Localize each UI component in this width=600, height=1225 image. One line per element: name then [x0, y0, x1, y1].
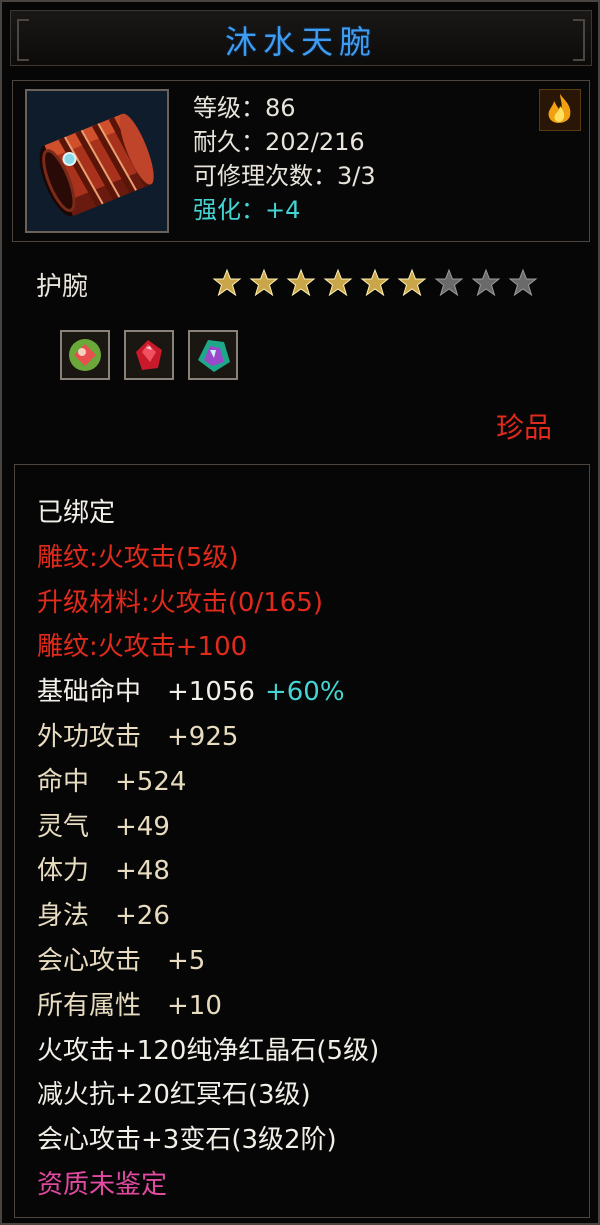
attribute-line: 减火抗+20红冥石(3级) — [37, 1073, 379, 1118]
item-tooltip: 沐水天腕 等级：86 耐久：202/216 可修理次数：3/3 强化：+4 护腕… — [0, 0, 600, 1225]
item-stats: 等级：86 耐久：202/216 可修理次数：3/3 强化：+4 — [193, 91, 376, 227]
star-empty-icon — [434, 268, 464, 297]
attribute-text: 会心攻击 +5 — [37, 945, 206, 976]
star-empty-icon — [471, 268, 501, 297]
rarity-label: 珍品 — [495, 411, 552, 444]
attribute-text: 升级材料:火攻击(0/165) — [37, 587, 323, 618]
star-filled-icon — [212, 268, 242, 297]
green-red-gem-icon — [60, 330, 110, 380]
durability-text: 耐久：202/216 — [193, 128, 365, 156]
star-filled-icon — [286, 268, 316, 297]
repair-count-text: 可修理次数：3/3 — [193, 162, 376, 190]
item-name: 沐水天腕 — [224, 23, 377, 61]
enhance-text: 强化：+4 — [193, 196, 301, 224]
attribute-text: 减火抗+20红冥石(3级) — [37, 1080, 311, 1111]
attribute-text: 雕纹:火攻击+100 — [37, 632, 248, 663]
attribute-line: 体力 +48 — [37, 849, 379, 894]
fire-element-icon — [539, 89, 581, 131]
title-bar: 沐水天腕 — [10, 10, 592, 66]
attribute-panel: 已绑定雕纹:火攻击(5级) 升级材料:火攻击(0/165) 雕纹:火攻击+100 基础… — [14, 464, 590, 1218]
attribute-line: 会心攻击+3变石(3级2阶) — [37, 1118, 379, 1163]
level-text: 等级：86 — [193, 94, 296, 122]
attribute-list: 已绑定雕纹:火攻击(5级) 升级材料:火攻击(0/165) 雕纹:火攻击+100 基础… — [37, 491, 379, 1208]
attribute-text: 火攻击+120纯净红晶石(5级) — [37, 1035, 380, 1066]
attribute-bonus: +60% — [264, 677, 345, 708]
attribute-text: 已绑定 — [37, 498, 116, 528]
attribute-line: 雕纹:火攻击+100 — [37, 625, 379, 670]
attribute-text: 雕纹:火攻击(5级) — [37, 542, 239, 573]
attribute-text: 体力 +48 — [37, 856, 170, 887]
attribute-line: 基础命中 +1056 +60% — [37, 670, 379, 715]
attribute-line: 资质未鉴定 — [37, 1163, 379, 1208]
attribute-line: 灵气 +49 — [37, 805, 379, 850]
red-crystal-gem-icon — [124, 330, 174, 380]
attribute-text: 命中 +524 — [37, 766, 187, 797]
attribute-line: 火攻击+120纯净红晶石(5级) — [37, 1029, 379, 1074]
attribute-line: 雕纹:火攻击(5级) — [37, 536, 379, 581]
attribute-text: 灵气 +49 — [37, 811, 170, 842]
star-filled-icon — [249, 268, 279, 297]
star-filled-icon — [323, 268, 353, 297]
gem-slots — [60, 330, 238, 380]
bracer-item-icon — [25, 89, 169, 233]
star-filled-icon — [397, 268, 427, 297]
teal-crystal-gem-icon — [188, 330, 238, 380]
attribute-text: 基础命中 +1056 — [37, 677, 255, 708]
star-filled-icon — [360, 268, 390, 297]
attribute-text: 会心攻击+3变石(3级2阶) — [37, 1125, 337, 1156]
star-rating — [212, 268, 538, 298]
attribute-line: 所有属性 +10 — [37, 984, 379, 1029]
attribute-text: 所有属性 +10 — [37, 990, 222, 1021]
item-type: 护腕 — [36, 272, 89, 302]
attribute-line: 升级材料:火攻击(0/165) — [37, 581, 379, 626]
attribute-line: 会心攻击 +5 — [37, 939, 379, 984]
attribute-line: 身法 +26 — [37, 894, 379, 939]
attribute-line: 命中 +524 — [37, 760, 379, 805]
attribute-line: 已绑定 — [37, 491, 379, 536]
attribute-line: 外功攻击 +925 — [37, 715, 379, 760]
attribute-text: 身法 +26 — [37, 901, 170, 932]
attribute-text: 外功攻击 +925 — [37, 721, 239, 752]
attribute-text: 资质未鉴定 — [37, 1169, 168, 1200]
star-empty-icon — [508, 268, 538, 297]
item-header: 等级：86 耐久：202/216 可修理次数：3/3 强化：+4 — [12, 80, 590, 242]
